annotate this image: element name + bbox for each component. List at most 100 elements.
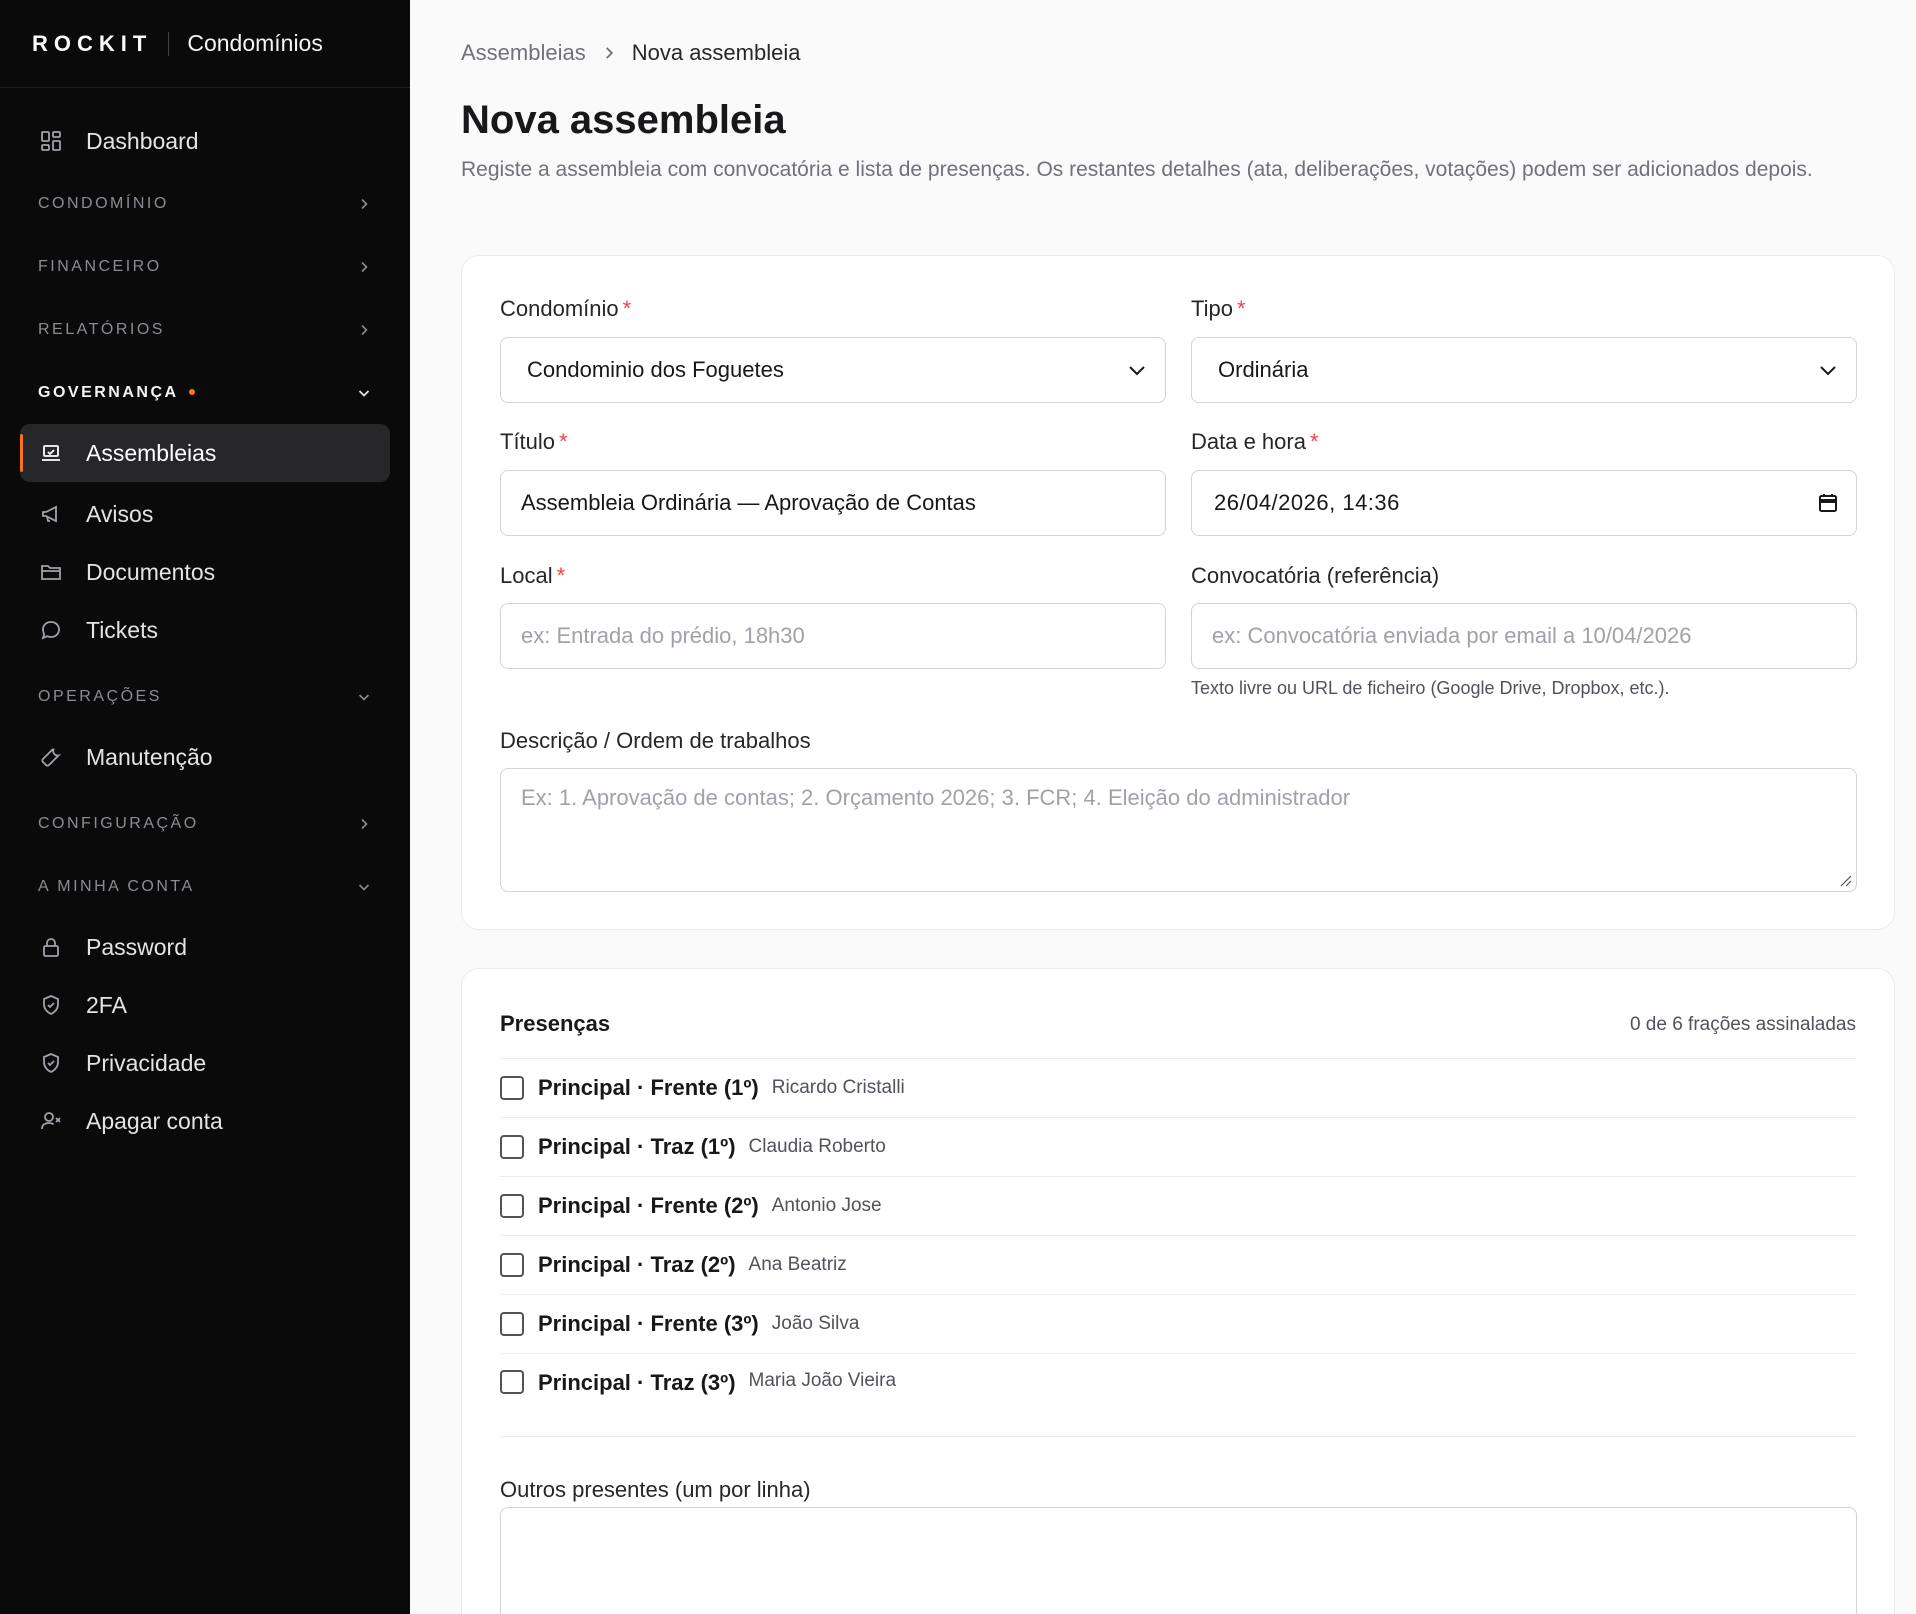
calendar-icon[interactable] xyxy=(1816,491,1840,515)
local-input[interactable]: ex: Entrada do prédio, 18h30 xyxy=(500,603,1166,669)
descricao-textarea-placeholder: Ex: 1. Aprovação de contas; 2. Orçamento… xyxy=(521,785,1351,810)
assembly-form-card: Condomínio * Condominio dos Foguetes Tipo… xyxy=(461,255,1895,930)
sidebar-item-assembleias[interactable]: Assembleias xyxy=(20,424,390,482)
descricao-textarea[interactable]: Ex: 1. Aprovação de contas; 2. Orçamento… xyxy=(500,768,1857,892)
section-condominio[interactable]: CONDOMÍNIO xyxy=(20,172,390,235)
sidebar-item-label: Manutenção xyxy=(86,743,213,770)
sidebar-item-label: Documentos xyxy=(86,558,216,585)
convocatoria-label: Convocatória (referência) xyxy=(1191,563,1439,589)
lock-icon xyxy=(38,934,64,960)
label-text: Tipo xyxy=(1191,296,1233,321)
condomino-name: Claudia Roberto xyxy=(748,1136,886,1157)
section-governanca[interactable]: GOVERNANÇA xyxy=(20,361,390,424)
presenca-checkbox[interactable] xyxy=(500,1076,524,1100)
shield-check-icon xyxy=(38,1050,64,1076)
convocatoria-input[interactable]: ex: Convocatória enviada por email a 10/… xyxy=(1191,603,1857,669)
section-conta[interactable]: A MINHA CONTA xyxy=(20,855,390,918)
chevron-right-icon xyxy=(361,324,368,335)
presenca-row[interactable]: Principal · Traz (1º) Claudia Roberto xyxy=(500,1118,1856,1177)
active-dot xyxy=(188,389,195,396)
presenca-checkbox[interactable] xyxy=(500,1253,524,1277)
sidebar-item-documentos[interactable]: Documentos xyxy=(20,543,390,601)
section-operacoes[interactable]: OPERAÇÕES xyxy=(20,665,390,728)
descricao-label: Descrição / Ordem de trabalhos xyxy=(500,728,811,754)
brand-divider xyxy=(168,31,170,56)
sidebar: ROCKIT Condomínios Dashboard CONDOMÍNIO … xyxy=(0,0,410,1614)
convocatoria-hint: Texto livre ou URL de ficheiro (Google D… xyxy=(1191,678,1670,698)
breadcrumb-parent[interactable]: Assembleias xyxy=(461,40,586,66)
chevron-right-icon xyxy=(605,47,613,59)
brand[interactable]: ROCKIT Condomínios xyxy=(0,0,410,88)
sidebar-item-label: Assembleias xyxy=(86,439,217,466)
data-hora-input[interactable]: 26/04/2026, 14:36 xyxy=(1191,470,1857,536)
chevron-down-icon xyxy=(358,883,370,891)
sidebar-item-label: Password xyxy=(86,933,187,960)
label-text: Local xyxy=(500,563,553,588)
sidebar-nav: Dashboard CONDOMÍNIO FINANCEIRO RELATÓRI… xyxy=(0,88,410,1150)
sidebar-item-label: Avisos xyxy=(86,500,154,527)
user-remove-icon xyxy=(38,1108,64,1134)
sidebar-item-label: Tickets xyxy=(86,616,158,643)
section-label: RELATÓRIOS xyxy=(38,320,165,338)
condominio-label: Condomínio * xyxy=(500,296,631,322)
data-hora-label: Data e hora * xyxy=(1191,429,1319,455)
sidebar-item-label: Apagar conta xyxy=(86,1107,223,1134)
presenca-checkbox[interactable] xyxy=(500,1312,524,1336)
section-financeiro[interactable]: FINANCEIRO xyxy=(20,235,390,298)
condominio-select-value: Condominio dos Foguetes xyxy=(527,357,784,382)
presenca-row[interactable]: Principal · Traz (2º) Ana Beatriz xyxy=(500,1236,1856,1295)
presenca-checkbox[interactable] xyxy=(500,1370,524,1394)
section-configuracao[interactable]: CONFIGURAÇÃO xyxy=(20,792,390,855)
presenca-row[interactable]: Principal · Frente (2º) Antonio Jose xyxy=(500,1177,1856,1236)
section-label: OPERAÇÕES xyxy=(38,687,162,705)
condomino-name: João Silva xyxy=(771,1313,860,1334)
condominio-select[interactable]: Condominio dos Foguetes xyxy=(500,337,1166,403)
sidebar-item-privacidade[interactable]: Privacidade xyxy=(20,1034,390,1092)
section-label: FINANCEIRO xyxy=(38,257,162,275)
presenca-checkbox[interactable] xyxy=(500,1135,524,1159)
sidebar-item-manutencao[interactable]: Manutenção xyxy=(20,728,390,786)
section-relatorios[interactable]: RELATÓRIOS xyxy=(20,298,390,361)
condomino-name: Maria João Vieira xyxy=(748,1370,897,1391)
presenca-row[interactable]: Principal · Frente (1º) Ricardo Cristall… xyxy=(500,1059,1856,1118)
sidebar-item-password[interactable]: Password xyxy=(20,918,390,976)
sidebar-item-label: 2FA xyxy=(86,991,127,1018)
sidebar-item-avisos[interactable]: Avisos xyxy=(20,485,390,543)
fracao-label: Principal · Traz (1º) xyxy=(538,1134,736,1159)
presencas-list: Principal · Frente (1º) Ricardo Cristall… xyxy=(500,1058,1856,1437)
label-text: Título xyxy=(500,429,556,454)
tipo-select[interactable]: Ordinária xyxy=(1191,337,1857,403)
label-text: Descrição / Ordem de trabalhos xyxy=(500,728,811,753)
chevron-down-icon xyxy=(1820,366,1836,376)
section-label: A MINHA CONTA xyxy=(38,877,195,895)
section-label: CONDOMÍNIO xyxy=(38,194,169,212)
shield-check-icon xyxy=(38,992,64,1018)
dashboard-icon xyxy=(38,128,64,154)
sidebar-item-label: Privacidade xyxy=(86,1049,207,1076)
section-label: GOVERNANÇA xyxy=(38,383,179,401)
chevron-down-icon xyxy=(358,389,370,397)
label-text: Condomínio xyxy=(500,296,619,321)
breadcrumb-current: Nova assembleia xyxy=(631,40,801,65)
brand-name: Condomínios xyxy=(187,30,323,56)
titulo-input[interactable]: Assembleia Ordinária — Aprovação de Cont… xyxy=(500,470,1166,536)
folder-icon xyxy=(38,559,64,585)
tipo-label: Tipo * xyxy=(1191,296,1246,322)
fracao-label: Principal · Frente (1º) xyxy=(538,1075,759,1100)
presenca-row[interactable]: Principal · Frente (3º) João Silva xyxy=(500,1295,1856,1354)
page-title: Nova assembleia xyxy=(461,98,786,142)
outros-presentes-textarea[interactable] xyxy=(500,1507,1857,1614)
chevron-down-icon xyxy=(1129,366,1145,376)
outros-presentes-label: Outros presentes (um por linha) xyxy=(500,1477,811,1502)
presenca-checkbox[interactable] xyxy=(500,1194,524,1218)
label-text: Convocatória (referência) xyxy=(1191,563,1440,588)
fracao-label: Principal · Traz (2º) xyxy=(538,1252,736,1277)
local-label: Local * xyxy=(500,563,565,589)
sidebar-item-tickets[interactable]: Tickets xyxy=(20,601,390,659)
sidebar-item-2fa[interactable]: 2FA xyxy=(20,976,390,1034)
resize-handle-icon[interactable] xyxy=(1838,873,1852,887)
presenca-row[interactable]: Principal · Traz (3º) Maria João Vieira xyxy=(500,1354,1856,1436)
sidebar-item-dashboard[interactable]: Dashboard xyxy=(20,112,390,170)
sidebar-item-apagar-conta[interactable]: Apagar conta xyxy=(20,1092,390,1150)
condomino-name: Ana Beatriz xyxy=(748,1254,847,1275)
